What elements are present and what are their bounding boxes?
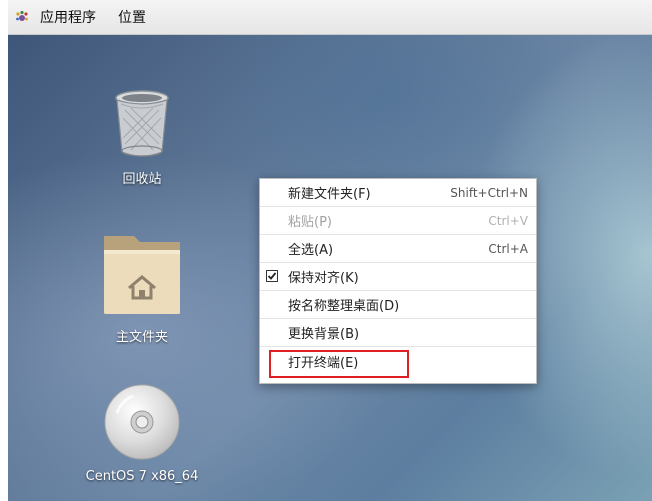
menu-item-select-all[interactable]: 全选(A) Ctrl+A <box>260 235 536 263</box>
menu-item-shortcut: Ctrl+A <box>488 241 528 256</box>
menu-item-label: 更换背景(B) <box>288 327 360 342</box>
disc-icon <box>104 384 180 460</box>
menu-item-shortcut: Ctrl+V <box>488 213 528 228</box>
menu-item-label: 粘贴(P) <box>288 215 332 230</box>
home-folder-icon <box>104 236 180 314</box>
home-folder-label: 主文件夹 <box>115 330 168 345</box>
menu-item-label: 全选(A) <box>288 243 334 258</box>
menu-item-organize-by-name[interactable]: 按名称整理桌面(D) <box>260 291 536 319</box>
menu-item-label: 新建文件夹(F) <box>288 187 371 202</box>
menu-item-label: 按名称整理桌面(D) <box>288 299 400 314</box>
trash-label: 回收站 <box>122 172 162 187</box>
menu-item-keep-aligned[interactable]: 保持对齐(K) <box>260 263 536 291</box>
menu-item-open-terminal[interactable]: 打开终端(E) <box>260 347 536 375</box>
menu-item-shortcut: Shift+Ctrl+N <box>450 185 528 200</box>
disc-label: CentOS 7 x86_64 <box>85 469 199 484</box>
screen-frame: 应用程序 位置 回收站 主文件夹 CentOS 7 x86_64 新建文件夹(F… <box>8 0 652 501</box>
disc-desktop-item[interactable]: CentOS 7 x86_64 <box>77 383 207 484</box>
top-panel: 应用程序 位置 <box>8 0 652 35</box>
trash-icon <box>115 90 169 157</box>
applications-menu[interactable]: 应用程序 <box>14 0 102 34</box>
menu-item-paste[interactable]: 粘贴(P) Ctrl+V <box>260 207 536 235</box>
menu-item-new-folder[interactable]: 新建文件夹(F) Shift+Ctrl+N <box>260 179 536 207</box>
desktop[interactable]: 回收站 主文件夹 CentOS 7 x86_64 新建文件夹(F) Shift+… <box>8 35 652 501</box>
desktop-context-menu: 新建文件夹(F) Shift+Ctrl+N 粘贴(P) Ctrl+V 全选(A)… <box>259 178 537 384</box>
menu-item-change-background[interactable]: 更换背景(B) <box>260 319 536 347</box>
checkbox-checked-icon[interactable] <box>266 270 278 282</box>
gnome-foot-icon <box>16 10 28 21</box>
applications-label: 应用程序 <box>40 10 96 26</box>
home-folder-desktop-item[interactable]: 主文件夹 <box>77 230 207 345</box>
trash-desktop-item[interactable]: 回收站 <box>77 88 207 187</box>
menu-item-label: 打开终端(E) <box>288 355 359 371</box>
places-menu[interactable]: 位置 <box>112 7 152 27</box>
menu-item-label: 保持对齐(K) <box>288 271 359 286</box>
